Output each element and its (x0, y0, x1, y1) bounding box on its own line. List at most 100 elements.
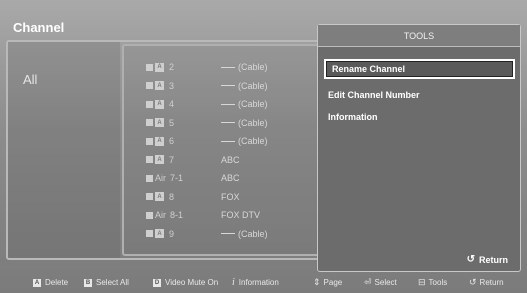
channel-row[interactable]: Air 8-1 (146, 208, 190, 222)
channel-row[interactable]: A4 (146, 97, 189, 111)
channel-number: 8 (169, 191, 175, 202)
antenna-icon: A (155, 229, 164, 238)
channel-number: 8-1 (170, 210, 184, 220)
return-arrow-icon: ↺ (466, 254, 475, 265)
select-all-hint[interactable]: B Select All (84, 278, 129, 287)
antenna-icon: A (155, 99, 164, 109)
return-button[interactable]: ↺ Return (467, 254, 508, 265)
antenna-icon: A (155, 118, 164, 127)
channel-name-cell: (Cable) (221, 116, 268, 130)
channel-row[interactable]: A5 (146, 116, 189, 130)
menu-item-information[interactable]: Information (328, 112, 378, 122)
channel-name: (Cable) (238, 228, 268, 239)
checkbox-icon[interactable] (146, 100, 153, 108)
return-arrow-icon: ↺ (469, 277, 477, 287)
antenna-icon: A (155, 136, 164, 146)
channel-name: (Cable) (238, 62, 268, 72)
a-key-icon: A (33, 278, 41, 287)
channel-number: 7-1 (170, 173, 184, 183)
checkbox-icon[interactable] (146, 174, 153, 182)
tools-icon: ⊟ (418, 277, 426, 287)
checkbox-icon[interactable] (146, 63, 153, 71)
select-all-label: Select All (96, 278, 129, 287)
antenna-icon: A (155, 62, 164, 72)
return-label: Return (479, 254, 508, 265)
checkbox-icon[interactable] (146, 82, 153, 89)
channel-row[interactable]: A3 (146, 79, 189, 93)
channel-number: 2 (169, 62, 175, 72)
return-hint[interactable]: ↺ Return (469, 277, 504, 288)
channel-name: (Cable) (238, 117, 268, 128)
channel-number: 3 (169, 80, 175, 91)
source-label: Air (155, 210, 166, 220)
channel-name-cell: (Cable) (221, 60, 268, 74)
channel-name-cell: ABC (221, 153, 240, 167)
menu-item-edit-channel-number[interactable]: Edit Channel Number (328, 90, 420, 100)
checkbox-icon[interactable] (146, 137, 153, 145)
channel-number: 6 (169, 136, 175, 146)
channel-row[interactable]: A6 (146, 134, 189, 148)
channel-row[interactable]: Air 7-1 (146, 171, 190, 185)
channel-name-cell: (Cable) (221, 134, 268, 148)
channel-row[interactable]: A9 (146, 227, 189, 241)
checkbox-icon[interactable] (146, 193, 153, 200)
category-all[interactable]: All (23, 72, 37, 87)
channel-list-panel (122, 44, 322, 256)
channel-name-cell: FOX (221, 190, 240, 204)
video-mute-label: Video Mute On (165, 278, 219, 287)
return-hint-label: Return (479, 278, 504, 287)
select-label: Select (374, 278, 397, 287)
channel-row[interactable]: A7 (146, 153, 189, 167)
channel-name-cell: (Cable) (221, 79, 268, 93)
channel-name: (Cable) (238, 99, 268, 109)
tv-screen: Channel All A 2 (Cable) A 3 (Cable) A 4 (Cable) A… (0, 0, 527, 293)
select-hint[interactable]: ⏎ Select (364, 277, 397, 288)
channel-name-cell: FOX DTV (221, 208, 260, 222)
antenna-icon: A (155, 81, 164, 90)
page-hint[interactable]: ⇕ Page (313, 277, 342, 288)
information-hint[interactable]: i Information (232, 277, 279, 288)
channel-name: ABC (221, 154, 240, 165)
channel-name-cell: (Cable) (221, 227, 268, 241)
channel-row[interactable]: A8 (146, 190, 189, 204)
dash-mark (221, 122, 235, 123)
channel-number: 4 (169, 99, 175, 109)
channel-row[interactable]: A2 (146, 60, 189, 74)
menu-item-rename-channel[interactable]: Rename Channel (324, 59, 515, 79)
up-down-arrow-icon: ⇕ (313, 277, 321, 287)
channel-name: (Cable) (238, 136, 268, 146)
tools-title: TOOLS (318, 25, 520, 47)
delete-hint[interactable]: A Delete (33, 278, 68, 287)
channel-name-cell: (Cable) (221, 97, 268, 111)
dash-mark (221, 140, 235, 142)
tools-hint[interactable]: ⊟ Tools (418, 277, 447, 288)
dash-mark (221, 233, 235, 234)
checkbox-icon[interactable] (146, 156, 153, 163)
page-title: Channel (13, 20, 65, 35)
b-key-icon: B (84, 278, 92, 287)
tools-menu: TOOLS Rename Channel Edit Channel Number… (317, 24, 521, 272)
dash-mark (221, 85, 235, 86)
dash-mark (221, 66, 235, 68)
checkbox-icon[interactable] (146, 230, 153, 237)
channel-number: 5 (169, 117, 175, 128)
channel-name: FOX DTV (221, 210, 261, 220)
delete-label: Delete (45, 278, 69, 287)
enter-icon: ⏎ (364, 277, 372, 287)
channel-number: 7 (169, 154, 175, 165)
source-label: Air (155, 173, 166, 183)
video-mute-hint[interactable]: D Video Mute On (153, 278, 218, 287)
checkbox-icon[interactable] (146, 119, 153, 126)
channel-name: (Cable) (238, 80, 268, 91)
antenna-icon: A (155, 155, 164, 164)
bottom-bar: A Delete B Select All D Video Mute On i … (0, 272, 527, 293)
channel-name-cell: ABC (221, 171, 240, 185)
checkbox-icon[interactable] (146, 211, 153, 219)
information-label: Information (238, 278, 279, 287)
info-key-icon: i (232, 277, 235, 288)
channel-name: ABC (221, 173, 240, 183)
dash-mark (221, 103, 235, 105)
channel-name: FOX (221, 191, 240, 202)
antenna-icon: A (155, 192, 164, 201)
tools-label: Tools (428, 278, 448, 287)
